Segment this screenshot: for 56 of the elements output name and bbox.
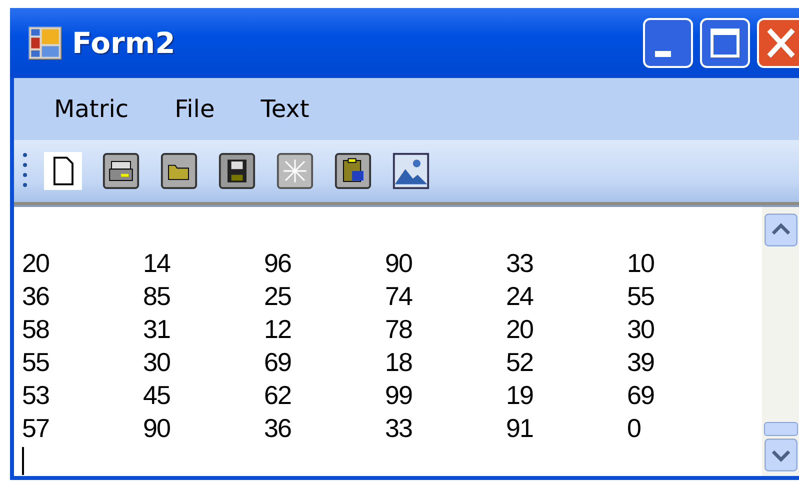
window-title: Form2 [72, 26, 176, 60]
matrix-value: 58 [22, 314, 50, 345]
matrix-value: 19 [506, 380, 534, 411]
matrix-value: 55 [22, 347, 50, 378]
matrix-value: 85 [143, 281, 171, 312]
matrix-value: 33 [506, 248, 534, 279]
matrix-value: 90 [143, 413, 171, 444]
minimize-button[interactable] [643, 18, 693, 68]
matrix-value: 36 [264, 413, 292, 444]
matrix-value: 96 [264, 248, 292, 279]
matrix-value: 90 [385, 248, 413, 279]
text-area[interactable]: 20 14 96 90 33 10 36 85 25 74 24 55 58 31 12 78 20 30 55 30 69 18 52 39 53 45 62 99 19 69 57 90 36 33 91 0 [14, 205, 799, 476]
matrix-value: 18 [385, 347, 413, 378]
folder-icon[interactable] [160, 152, 198, 190]
text-caret [22, 447, 24, 475]
matrix-value: 25 [264, 281, 292, 312]
matrix-value: 20 [506, 314, 534, 345]
matrix-value: 57 [22, 413, 50, 444]
printer-icon[interactable] [102, 152, 140, 190]
matrix-value: 20 [22, 248, 50, 279]
scroll-thumb[interactable] [764, 422, 798, 436]
matrix-value: 39 [627, 347, 655, 378]
image-icon[interactable] [392, 152, 430, 190]
app-icon [28, 26, 62, 60]
matrix-value: 69 [264, 347, 292, 378]
clipboard-icon[interactable] [334, 152, 372, 190]
matrix-value: 62 [264, 380, 292, 411]
matrix-value: 30 [143, 347, 171, 378]
close-button[interactable] [757, 18, 799, 68]
menu-item[interactable]: File [174, 95, 237, 123]
scroll-bar[interactable] [762, 207, 799, 476]
matrix-value: 52 [506, 347, 534, 378]
matrix-value: 31 [143, 314, 171, 345]
matrix-value: 99 [385, 380, 413, 411]
scroll-down-button[interactable] [764, 438, 798, 472]
matrix-value: 69 [627, 380, 655, 411]
matrix-value: 45 [143, 380, 171, 411]
matrix-value: 24 [506, 281, 534, 312]
matrix-value: 10 [627, 248, 655, 279]
scroll-up-button[interactable] [764, 213, 798, 247]
matrix-value: 33 [385, 413, 413, 444]
sparkle-icon[interactable] [276, 152, 314, 190]
matrix-value: 0 [627, 413, 642, 444]
matrix-value: 74 [385, 281, 414, 312]
new-page-icon[interactable] [44, 152, 82, 190]
menu-item[interactable]: Matric [54, 95, 151, 123]
matrix-value: 14 [143, 248, 172, 279]
matrix-value: 53 [22, 380, 50, 411]
maximize-button[interactable] [700, 18, 750, 68]
matrix-value: 12 [264, 314, 292, 345]
matrix-value: 91 [506, 413, 534, 444]
menu-item[interactable]: Text [260, 95, 332, 123]
matrix-value: 30 [627, 314, 655, 345]
matrix-value: 55 [627, 281, 655, 312]
matrix-value: 36 [22, 281, 50, 312]
matrix-value: 78 [385, 314, 413, 345]
